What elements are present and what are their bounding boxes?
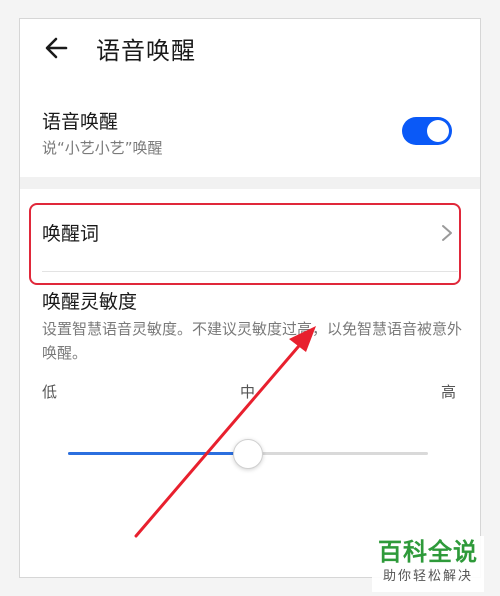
wake-word-label: 唤醒词	[42, 223, 100, 245]
section-divider	[20, 177, 480, 189]
sensitivity-low-label: 低	[42, 383, 58, 401]
sensitivity-mid-label: 中	[240, 383, 256, 401]
wake-word-row[interactable]: 唤醒词	[20, 191, 480, 271]
voice-wakeup-toggle[interactable]	[402, 117, 452, 145]
header: 语音唤醒	[20, 19, 480, 81]
voice-wakeup-title: 语音唤醒	[42, 111, 119, 133]
row-divider	[42, 271, 458, 272]
sensitivity-description: 设置智慧语音灵敏度。不建议灵敏度过高，以免智慧语音被意外唤醒。	[42, 320, 463, 362]
slider-fill	[68, 452, 248, 455]
voice-wakeup-subtitle: 说“小艺小艺”唤醒	[42, 139, 163, 157]
slider-thumb[interactable]	[233, 439, 263, 469]
sensitivity-high-label: 高	[440, 383, 456, 401]
watermark-title: 百科全说	[378, 538, 478, 566]
settings-screen: 语音唤醒 语音唤醒 说“小艺小艺”唤醒 唤醒词 唤醒灵敏度 设置智慧语音灵敏度。…	[19, 18, 481, 578]
arrow-left-icon[interactable]	[42, 33, 72, 63]
toggle-knob	[427, 120, 449, 142]
chevron-right-icon	[442, 225, 452, 241]
watermark-subtitle: 助你轻松解决	[382, 569, 473, 584]
sensitivity-title: 唤醒灵敏度	[42, 291, 138, 313]
page-title: 语音唤醒	[96, 37, 196, 65]
sensitivity-slider[interactable]	[68, 439, 428, 469]
voice-wakeup-row: 语音唤醒 说“小艺小艺”唤醒	[20, 97, 480, 177]
watermark: 百科全说 助你轻松解决	[372, 536, 484, 592]
